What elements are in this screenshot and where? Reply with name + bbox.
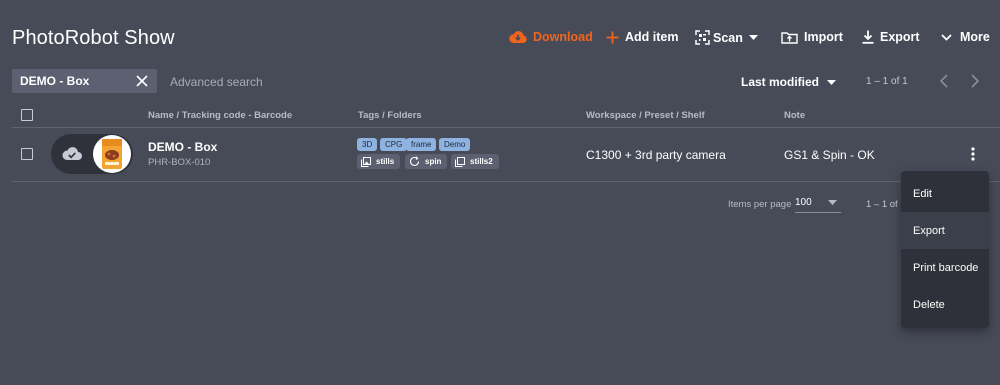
tag-frame[interactable]: frame bbox=[406, 138, 437, 151]
image-stack-icon bbox=[455, 156, 465, 167]
chevron-right-icon[interactable] bbox=[970, 74, 980, 88]
chevron-left-icon[interactable] bbox=[939, 74, 949, 88]
download-button[interactable]: Download bbox=[509, 30, 593, 44]
plus-icon bbox=[606, 31, 619, 43]
folder-spin[interactable]: spin bbox=[405, 154, 448, 169]
more-button[interactable]: More bbox=[941, 30, 990, 44]
download-arrow-icon bbox=[862, 30, 874, 44]
search-chip-label: DEMO - Box bbox=[20, 74, 90, 88]
row-divider bbox=[12, 181, 1000, 182]
menu-item-delete[interactable]: Delete bbox=[901, 286, 989, 323]
pagination-range: 1 – 1 of 1 bbox=[866, 76, 908, 87]
chevron-down-icon bbox=[941, 33, 952, 41]
product-image bbox=[93, 135, 131, 173]
image-stack-icon bbox=[361, 156, 371, 167]
page-title: PhotoRobot Show bbox=[12, 27, 175, 49]
menu-item-export[interactable]: Export bbox=[901, 212, 989, 249]
cloud-check-icon bbox=[62, 147, 82, 160]
advanced-search-link[interactable]: Advanced search bbox=[170, 75, 263, 89]
folder-label: spin bbox=[425, 157, 442, 166]
close-icon[interactable] bbox=[135, 74, 149, 88]
items-per-page-value: 100 bbox=[795, 197, 812, 208]
item-tracking-code: PHR-BOX-010 bbox=[148, 157, 211, 168]
item-name[interactable]: DEMO - Box bbox=[148, 140, 217, 154]
folder-label: stills2 bbox=[470, 157, 493, 166]
header-divider bbox=[12, 127, 1000, 128]
column-header-tags[interactable]: Tags / Folders bbox=[358, 110, 422, 121]
export-button[interactable]: Export bbox=[862, 30, 920, 44]
item-thumbnail[interactable] bbox=[51, 134, 133, 174]
import-button[interactable]: Import bbox=[781, 30, 843, 44]
rotate-icon bbox=[409, 156, 420, 167]
tag-cpg[interactable]: CPG bbox=[380, 138, 408, 151]
import-label: Import bbox=[804, 30, 843, 44]
context-menu: Edit Export Print barcode Delete bbox=[901, 171, 989, 328]
items-per-page-select[interactable]: 100 bbox=[795, 197, 841, 213]
folder-stills[interactable]: stills bbox=[357, 154, 401, 169]
folder-stills2[interactable]: stills2 bbox=[451, 154, 499, 169]
tag-demo[interactable]: Demo bbox=[439, 138, 471, 151]
item-note: GS1 & Spin - OK bbox=[784, 148, 875, 162]
caret-down-icon bbox=[827, 79, 837, 85]
cloud-download-icon bbox=[509, 31, 527, 43]
add-item-label: Add item bbox=[625, 30, 679, 44]
import-icon bbox=[781, 32, 798, 44]
add-item-button[interactable]: Add item bbox=[606, 30, 678, 44]
download-label: Download bbox=[533, 30, 593, 44]
item-workspace: C1300 + 3rd party camera bbox=[586, 148, 726, 162]
pagination-range-bottom: 1 – 1 of bbox=[866, 199, 898, 210]
search-filter-chip[interactable]: DEMO - Box bbox=[12, 69, 157, 93]
more-vert-icon[interactable] bbox=[966, 146, 980, 162]
caret-down-icon bbox=[828, 200, 837, 205]
column-header-name[interactable]: Name / Tracking code - Barcode bbox=[148, 110, 292, 121]
select-all-checkbox[interactable] bbox=[21, 109, 33, 121]
menu-item-print-barcode[interactable]: Print barcode bbox=[901, 249, 989, 286]
folder-label: stills bbox=[376, 157, 395, 166]
tag-3d[interactable]: 3D bbox=[357, 138, 378, 151]
qr-scan-icon bbox=[695, 30, 710, 45]
row-checkbox[interactable] bbox=[21, 148, 33, 160]
more-label: More bbox=[960, 30, 990, 44]
column-header-note[interactable]: Note bbox=[784, 110, 805, 121]
scan-button[interactable]: Scan bbox=[695, 30, 758, 45]
column-header-workspace[interactable]: Workspace / Preset / Shelf bbox=[586, 110, 705, 121]
sort-dropdown[interactable]: Last modified bbox=[741, 75, 837, 89]
items-per-page-label: Items per page bbox=[728, 199, 792, 210]
scan-label: Scan bbox=[713, 30, 743, 45]
menu-item-edit[interactable]: Edit bbox=[901, 175, 989, 212]
caret-down-icon bbox=[748, 35, 758, 40]
sort-label: Last modified bbox=[741, 75, 820, 89]
export-label: Export bbox=[880, 30, 920, 44]
